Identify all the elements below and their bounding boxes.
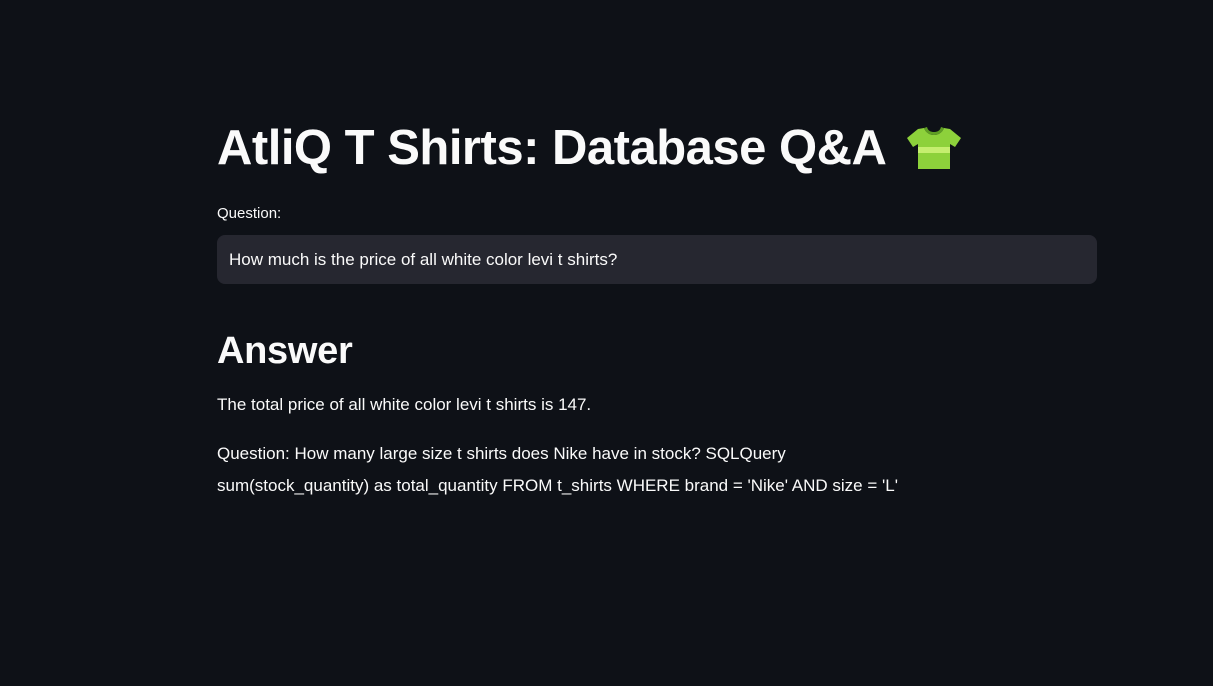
answer-followup: Question: How many large size t shirts d… <box>217 438 1097 502</box>
page-title: AtliQ T Shirts: Database Q&A <box>217 121 887 175</box>
main-content: AtliQ T Shirts: Database Q&A Question: A… <box>217 116 1097 502</box>
answer-followup-line2: sum(stock_quantity) as total_quantity FR… <box>217 476 898 495</box>
tshirt-icon <box>906 125 962 171</box>
question-input[interactable] <box>217 235 1097 284</box>
app-root: AtliQ T Shirts: Database Q&A Question: A… <box>0 0 1213 686</box>
answer-followup-line1: Question: How many large size t shirts d… <box>217 444 786 463</box>
title-row: AtliQ T Shirts: Database Q&A <box>217 116 1097 180</box>
answer-heading: Answer <box>217 330 353 372</box>
answer-text: The total price of all white color levi … <box>217 395 592 414</box>
question-label: Question: <box>217 205 282 222</box>
